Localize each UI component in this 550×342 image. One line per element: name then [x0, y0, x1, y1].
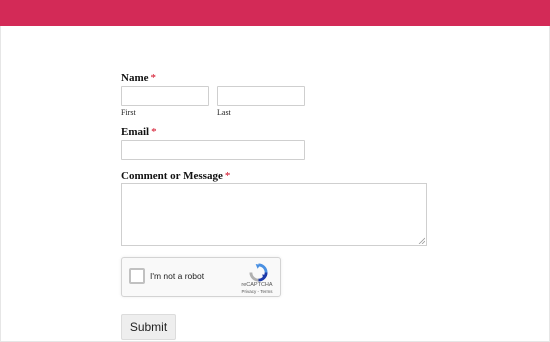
message-label-text: Comment or Message	[121, 170, 223, 182]
email-label-text: Email	[121, 126, 150, 138]
last-name-input[interactable]	[217, 86, 305, 106]
first-name-input[interactable]	[121, 86, 209, 106]
message-textarea[interactable]	[121, 183, 427, 246]
recaptcha-checkbox[interactable]	[129, 268, 145, 284]
first-name-sublabel: First	[121, 108, 136, 117]
last-name-sublabel: Last	[217, 108, 231, 117]
name-label-text: Name	[121, 72, 149, 84]
header-bar	[0, 0, 550, 26]
message-label: Comment or Message *	[121, 170, 230, 182]
recaptcha-privacy-terms-link[interactable]: Privacy - Terms	[234, 289, 280, 294]
email-input[interactable]	[121, 140, 305, 160]
email-required-mark: *	[151, 126, 157, 138]
message-required-mark: *	[224, 170, 231, 182]
email-label: Email *	[121, 126, 157, 138]
submit-button[interactable]: Submit	[121, 314, 176, 340]
name-label: Name *	[121, 72, 156, 84]
recaptcha-logo-icon	[249, 263, 268, 282]
recaptcha-brand: reCAPTCHA	[241, 282, 273, 288]
recaptcha-checkbox-label: I'm not a robot	[150, 271, 205, 281]
name-required-mark: *	[150, 72, 157, 84]
recaptcha-widget: I'm not a robot reCAPTCHA Privacy - Term…	[121, 257, 281, 297]
resize-handle-icon[interactable]	[418, 237, 425, 244]
